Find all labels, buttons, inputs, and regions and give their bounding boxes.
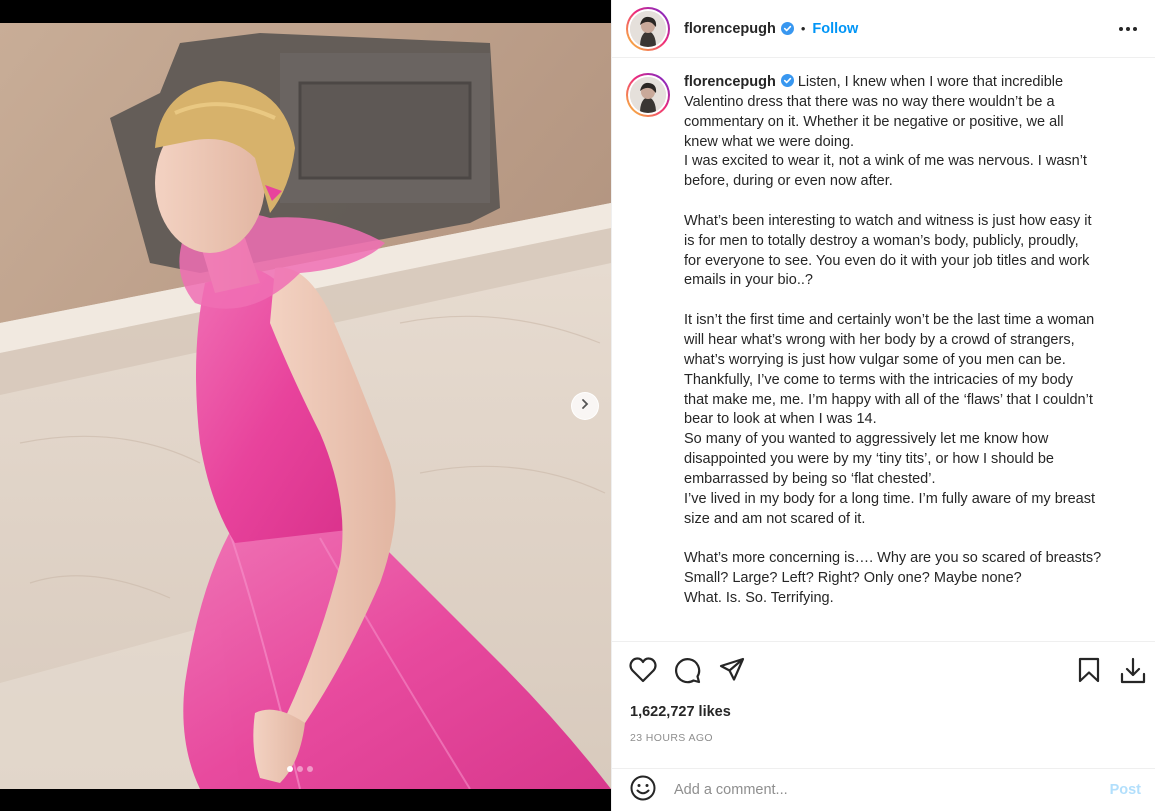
caption-username[interactable]: florencepugh xyxy=(684,74,776,90)
caption: florencepugh Listen, I knew when I wore … xyxy=(626,73,1139,609)
caption-line: before, during or even now after. xyxy=(684,173,893,190)
caption-line: I’ve lived in my body for a long time. I… xyxy=(684,490,1095,507)
verified-badge-icon xyxy=(780,74,794,87)
caption-line: Small? Large? Left? Right? Only one? May… xyxy=(684,570,1022,587)
header-username[interactable]: florencepugh xyxy=(684,21,776,37)
carousel-dot-active xyxy=(287,766,293,772)
carousel-dot xyxy=(297,766,303,772)
caption-line: will hear what’s wrong with her body by … xyxy=(684,331,1075,348)
carousel-dot xyxy=(307,766,313,772)
chevron-right-icon xyxy=(579,397,591,415)
caption-line: I was excited to wear it, not a wink of … xyxy=(684,153,1087,170)
post-timestamp[interactable]: 23 HOURS AGO xyxy=(630,732,713,744)
avatar[interactable] xyxy=(626,6,670,51)
next-photo-button[interactable] xyxy=(571,392,599,420)
post-photo[interactable] xyxy=(0,23,611,789)
caption-line: Listen, I knew when I wore that incredib… xyxy=(793,74,1064,90)
caption-line: What. Is. So. Terrifying. xyxy=(684,589,834,606)
post-media-panel xyxy=(0,0,611,811)
caption-line: What’s been interesting to watch and wit… xyxy=(684,212,1092,229)
caption-line: size and am not scared of it. xyxy=(684,510,866,527)
caption-line: embarrassed by being so ‘flat chested’. xyxy=(684,470,936,487)
emoji-icon[interactable] xyxy=(630,775,656,806)
caption-line: for everyone to see. You even do it with… xyxy=(684,252,1090,269)
caption-line: It isn’t the first time and certainly wo… xyxy=(684,312,1095,329)
caption-line: So many of you wanted to aggressively le… xyxy=(684,431,1049,448)
action-bar xyxy=(612,641,1155,705)
header-separator: • xyxy=(800,21,806,36)
download-icon[interactable] xyxy=(1119,657,1147,690)
carousel-indicator xyxy=(287,766,313,772)
caption-line: that make me, me. I’m happy with all of … xyxy=(684,391,1093,408)
caption-line: commentary on it. Whether it be negative… xyxy=(684,113,1064,130)
caption-line: What’s more concerning is…. Why are you … xyxy=(684,550,1102,567)
caption-line: bear to look at when I was 14. xyxy=(684,411,877,428)
caption-line: knew what we were doing. xyxy=(684,133,855,150)
caption-line: is for men to totally destroy a woman’s … xyxy=(684,232,1079,249)
post-comment-button[interactable]: Post xyxy=(1110,782,1141,798)
comment-input[interactable] xyxy=(674,782,1110,798)
like-count[interactable]: 1,622,727 likes xyxy=(630,704,731,720)
verified-badge-icon xyxy=(780,22,794,35)
follow-button[interactable]: Follow xyxy=(812,21,858,37)
caption-line: Valentino dress that there was no way th… xyxy=(684,93,1055,110)
paper-plane-icon[interactable] xyxy=(719,657,745,688)
bookmark-icon[interactable] xyxy=(1078,657,1100,688)
comment-bar: Post xyxy=(612,768,1155,811)
caption-avatar[interactable] xyxy=(626,73,670,117)
more-options-icon[interactable] xyxy=(1117,21,1139,37)
caption-line: emails in your bio..? xyxy=(684,272,813,289)
post-header: florencepugh • Follow xyxy=(612,0,1155,58)
comment-icon[interactable] xyxy=(674,657,701,689)
caption-scroll-area[interactable]: florencepugh Listen, I knew when I wore … xyxy=(612,59,1155,641)
caption-text: florencepugh Listen, I knew when I wore … xyxy=(684,73,1130,609)
caption-line: Thankfully, I’ve come to terms with the … xyxy=(684,371,1073,388)
post-side-panel: florencepugh • Follow florencepugh Liste… xyxy=(611,0,1155,811)
caption-line: what’s worrying is just how vulgar some … xyxy=(684,351,1066,368)
photo-illustration xyxy=(0,23,611,789)
caption-line: disappointed you were by my ‘tiny tits’,… xyxy=(684,451,1054,468)
heart-icon[interactable] xyxy=(629,657,657,688)
